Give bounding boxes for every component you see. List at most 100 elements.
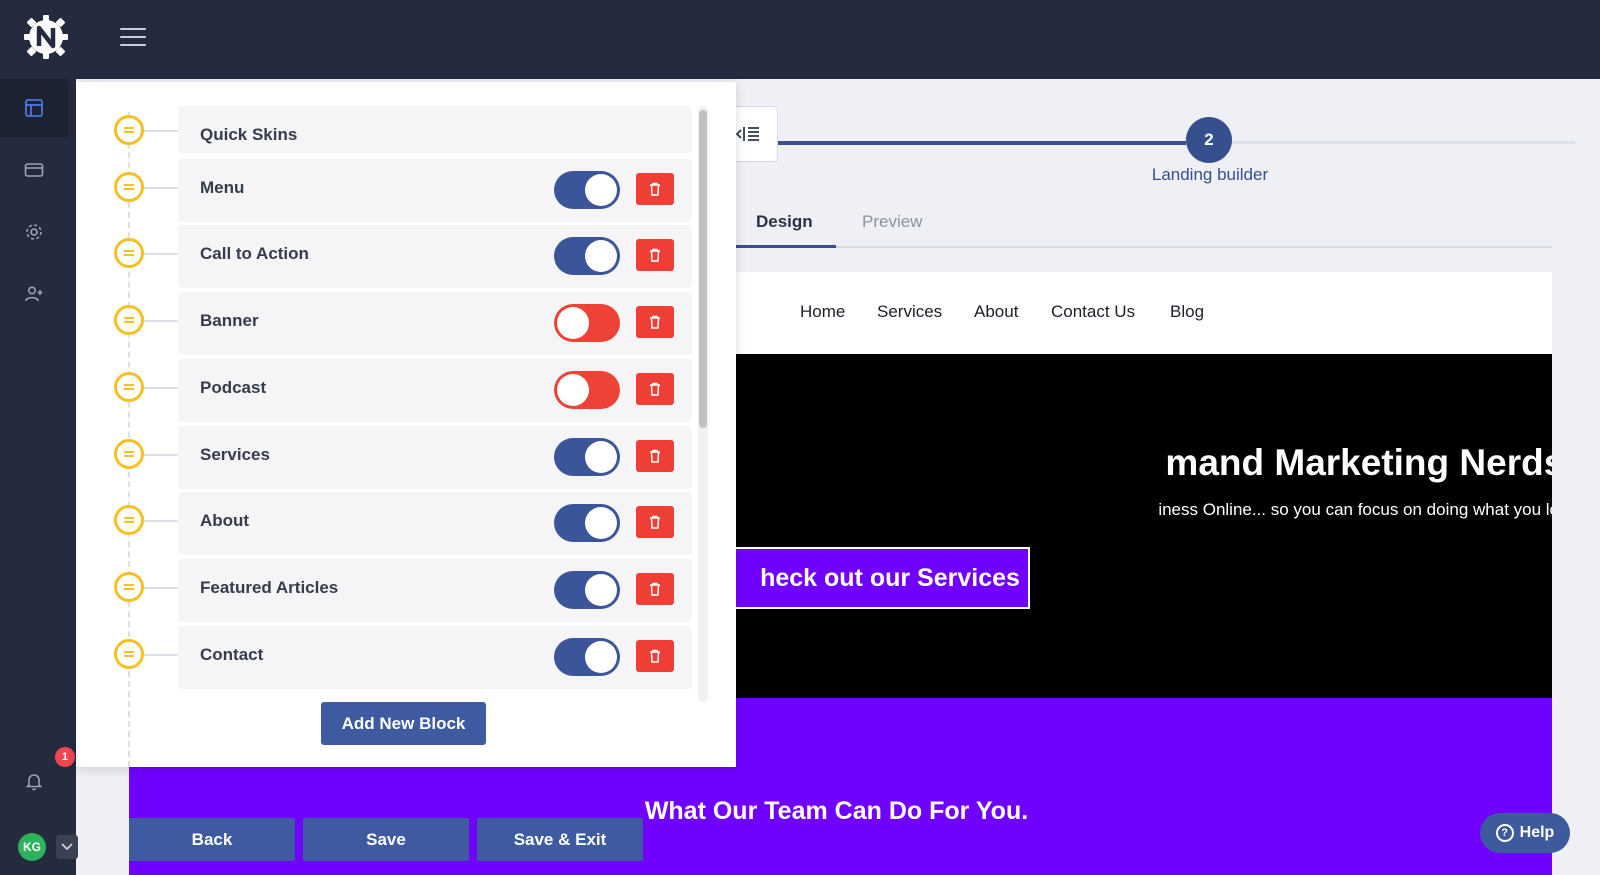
help-button[interactable]: ? Help (1480, 813, 1570, 853)
hamburger-icon (120, 28, 146, 30)
delete-block-button[interactable] (636, 306, 674, 338)
block-visibility-toggle[interactable] (554, 504, 620, 542)
drag-handle-icon[interactable] (114, 372, 144, 402)
site-nav-contact-us[interactable]: Contact Us (1051, 302, 1135, 322)
drag-handle-icon[interactable] (114, 639, 144, 669)
delete-block-button[interactable] (636, 573, 674, 605)
block-visibility-toggle[interactable] (554, 171, 620, 209)
toggle-knob (585, 507, 617, 539)
notifications-button[interactable] (19, 766, 49, 796)
save-button[interactable]: Save (303, 818, 469, 861)
block-card[interactable]: Podcast (178, 359, 692, 422)
block-connector (144, 520, 178, 522)
site-nav-blog[interactable]: Blog (1170, 302, 1204, 322)
block-card[interactable]: Quick Skins (178, 106, 692, 153)
handle-lines (124, 583, 134, 591)
panel-scrollbar[interactable] (698, 106, 708, 702)
step-2-label: Landing builder (1151, 165, 1269, 184)
hero-cta-button[interactable]: heck out our Services (720, 547, 1030, 609)
delete-block-button[interactable] (636, 373, 674, 405)
block-card[interactable]: Banner (178, 292, 692, 355)
block-row: Quick Skins (76, 106, 696, 153)
block-visibility-toggle[interactable] (554, 237, 620, 275)
delete-block-button[interactable] (636, 440, 674, 472)
delete-block-button[interactable] (636, 173, 674, 205)
block-row: Services (76, 426, 696, 489)
site-nav-home[interactable]: Home (800, 302, 845, 322)
drag-handle-icon[interactable] (114, 505, 144, 535)
trash-icon (650, 248, 660, 262)
hamburger-line (120, 44, 146, 46)
drag-handle-icon[interactable] (114, 305, 144, 335)
left-sidebar: 1 KG (0, 79, 78, 875)
drag-handle-icon[interactable] (114, 572, 144, 602)
delete-block-button[interactable] (636, 506, 674, 538)
active-tab-indicator (720, 245, 836, 248)
menu-toggle-button[interactable] (120, 28, 146, 50)
tab-preview[interactable]: Preview (862, 212, 922, 232)
block-card[interactable]: Menu (178, 159, 692, 222)
block-card[interactable]: About (178, 492, 692, 555)
sidebar-item-billing[interactable] (0, 141, 68, 199)
trash-icon (650, 182, 660, 196)
block-visibility-toggle[interactable] (554, 438, 620, 476)
top-bar (0, 0, 1600, 79)
block-row: Podcast (76, 359, 696, 422)
block-label: Menu (200, 178, 245, 197)
save-exit-button[interactable]: Save & Exit (477, 818, 643, 861)
layout-icon (25, 99, 43, 117)
handle-lines (124, 316, 134, 324)
site-nav-about[interactable]: About (974, 302, 1018, 322)
block-row: About (76, 492, 696, 555)
block-card[interactable]: Services (178, 426, 692, 489)
handle-line (124, 254, 134, 256)
nerds-logo-icon[interactable] (23, 14, 69, 60)
toggle-knob (557, 374, 589, 406)
stepper-progress-line (776, 141, 1186, 145)
handle-lines (124, 383, 134, 391)
block-row: Menu (76, 159, 696, 222)
drag-handle-icon[interactable] (114, 172, 144, 202)
block-card[interactable]: Contact (178, 626, 692, 689)
block-connector (144, 587, 178, 589)
delete-block-button[interactable] (636, 239, 674, 271)
preview-hero: mand Marketing Nerds. iness Online... so… (720, 354, 1552, 698)
site-nav-services[interactable]: Services (877, 302, 942, 322)
tab-design[interactable]: Design (756, 212, 813, 232)
block-connector (144, 320, 178, 322)
block-row: Featured Articles (76, 559, 696, 622)
drag-handle-icon[interactable] (114, 238, 144, 268)
hamburger-line (120, 36, 146, 38)
block-label: About (200, 511, 250, 530)
sidebar-item-add-user[interactable] (0, 265, 68, 323)
toggle-knob (585, 174, 617, 206)
block-visibility-toggle[interactable] (554, 638, 620, 676)
handle-lines (124, 516, 134, 524)
handle-line (124, 651, 134, 653)
handle-line (124, 517, 134, 519)
back-button[interactable]: Back (129, 818, 295, 861)
block-connector (144, 387, 178, 389)
handle-line (124, 250, 134, 252)
delete-block-button[interactable] (636, 640, 674, 672)
user-menu-button[interactable] (56, 835, 78, 859)
block-visibility-toggle[interactable] (554, 371, 620, 409)
handle-line (124, 317, 134, 319)
user-avatar[interactable]: KG (18, 833, 46, 861)
handle-lines (124, 450, 134, 458)
block-card[interactable]: Featured Articles (178, 559, 692, 622)
collapse-list-icon (735, 127, 759, 141)
sidebar-item-settings[interactable] (0, 203, 68, 261)
scrollbar-thumb[interactable] (699, 110, 707, 428)
drag-handle-icon[interactable] (114, 115, 144, 145)
hero-title-text: mand Marketing Nerds. (1165, 442, 1552, 483)
add-new-block-button[interactable]: Add New Block (321, 702, 486, 745)
block-card[interactable]: Call to Action (178, 225, 692, 288)
credit-card-icon (24, 163, 44, 177)
block-visibility-toggle[interactable] (554, 304, 620, 342)
block-visibility-toggle[interactable] (554, 571, 620, 609)
sidebar-item-builder[interactable] (0, 79, 68, 137)
stepper-remaining-line (1230, 141, 1575, 144)
trash-icon (650, 315, 660, 329)
drag-handle-icon[interactable] (114, 439, 144, 469)
